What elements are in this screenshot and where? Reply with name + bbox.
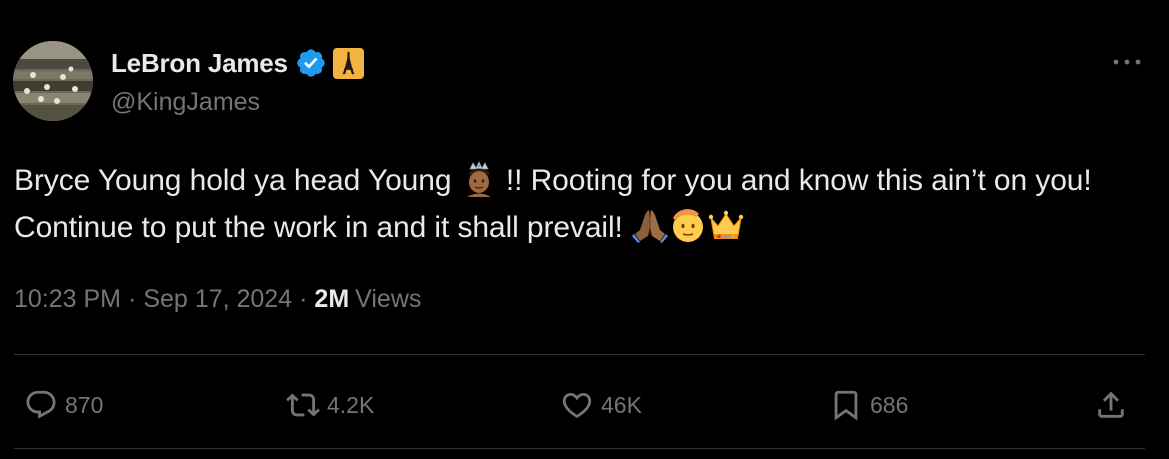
crown-emoji <box>707 206 745 244</box>
share-button[interactable] <box>1094 383 1128 427</box>
reply-count: 870 <box>65 391 104 418</box>
tweet-time[interactable]: 10:23 PM <box>14 285 121 314</box>
divider <box>14 448 1145 449</box>
repost-icon <box>286 393 320 417</box>
divider <box>14 354 1145 355</box>
folded-hands-emoji <box>631 206 669 244</box>
repost-button[interactable]: 4.2K <box>286 383 374 427</box>
meta-separator: · <box>299 285 308 313</box>
author-handle[interactable]: @KingJames <box>111 88 260 117</box>
avatar[interactable] <box>13 41 93 121</box>
tweet-meta: 10:23 PM · Sep 17, 2024 · 2M Views <box>14 285 421 314</box>
saluting-face-emoji <box>669 206 707 244</box>
more-dots-icon <box>1113 59 1141 65</box>
author-display-name[interactable]: LeBron James <box>111 48 288 79</box>
like-count: 46K <box>601 391 642 418</box>
author-name-row: LeBron James <box>111 44 364 82</box>
views-label[interactable]: Views <box>355 285 421 314</box>
share-icon <box>1098 391 1124 418</box>
eiffel-tower-badge-icon[interactable] <box>332 47 364 79</box>
like-button[interactable]: 46K <box>560 383 642 427</box>
meta-separator: · <box>128 285 137 313</box>
bookmark-button[interactable]: 686 <box>829 383 908 427</box>
tweet-text-part1: Bryce Young hold ya head Young <box>14 164 460 197</box>
crowned-person-emoji <box>460 159 498 197</box>
bookmark-icon <box>834 390 858 421</box>
avatar-image <box>13 41 93 121</box>
tweet-date[interactable]: Sep 17, 2024 <box>143 285 292 314</box>
more-options-button[interactable] <box>1107 48 1147 76</box>
verified-badge-icon[interactable] <box>295 47 327 79</box>
bookmark-count: 686 <box>870 391 909 418</box>
reply-icon <box>26 390 56 419</box>
tweet-card: LeBron James @KingJames Bryce Young hold… <box>0 0 1169 459</box>
repost-count: 4.2K <box>327 391 375 418</box>
tweet-actions-bar: 870 4.2K 46K 686 <box>0 383 1169 427</box>
heart-icon <box>562 392 592 418</box>
views-count[interactable]: 2M <box>314 285 349 314</box>
reply-button[interactable]: 870 <box>24 383 103 427</box>
tweet-text: Bryce Young hold ya head Young !! Rootin… <box>14 157 1154 251</box>
